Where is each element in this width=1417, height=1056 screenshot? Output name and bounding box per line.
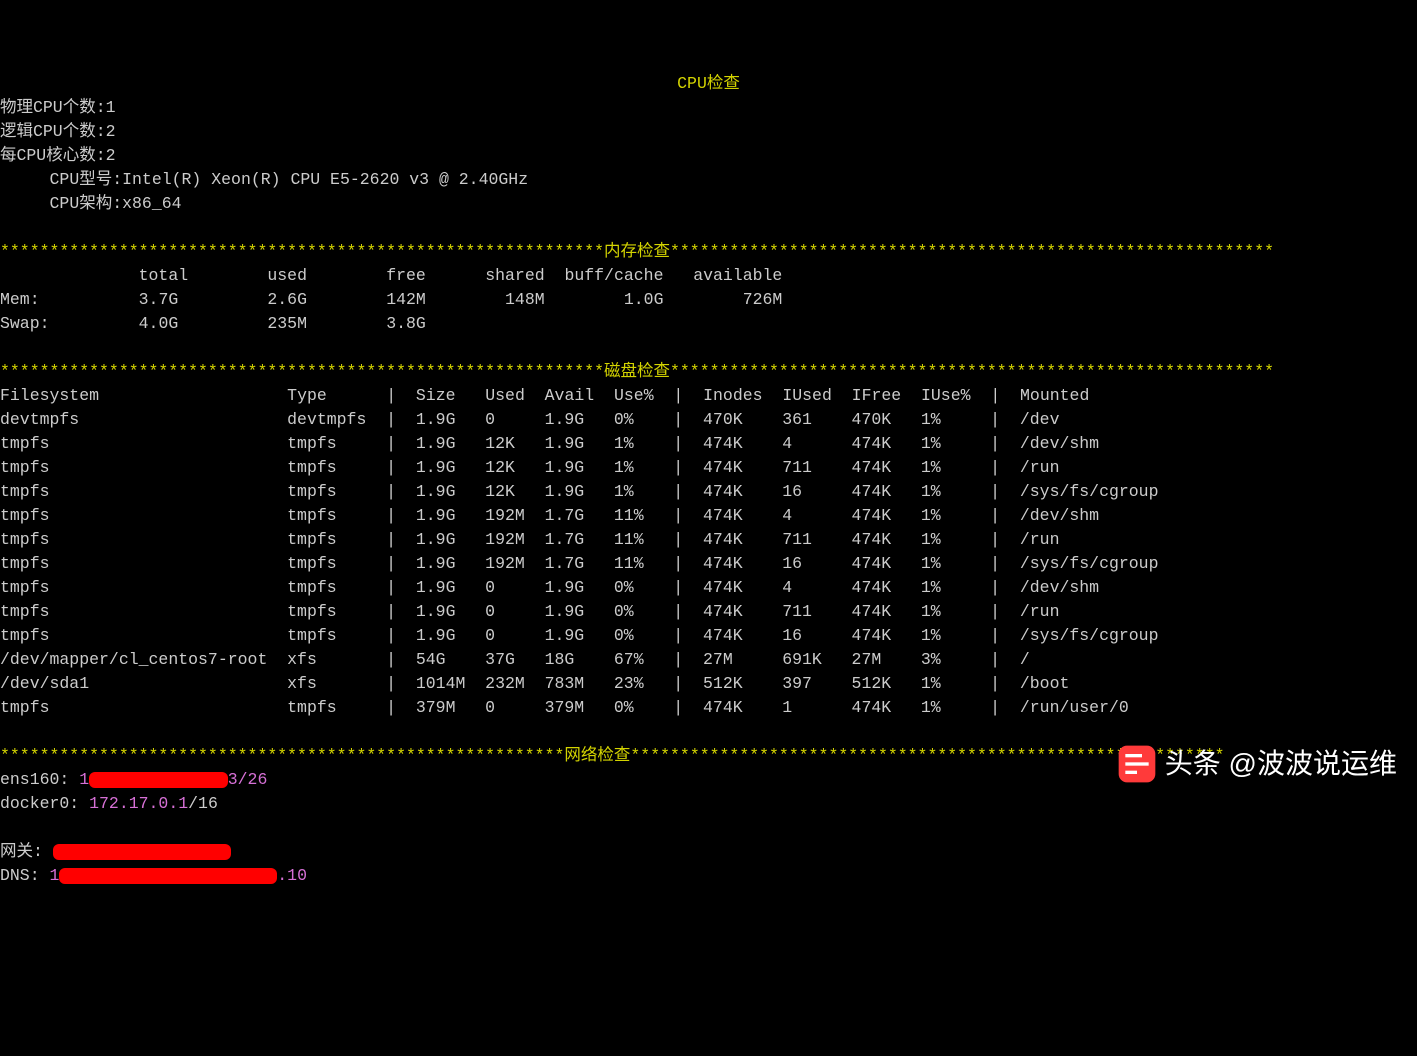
section-title-cpu: CPU检查 <box>0 72 1417 96</box>
cpu-logical-line: 逻辑CPU个数:2 <box>0 122 116 141</box>
mem-header-row: total used free shared buff/cache availa… <box>0 266 782 285</box>
swap-row: Swap: 4.0G 235M 3.8G <box>0 314 426 333</box>
net-if1-line: ens160: 1xxxxxxxxxxxxxx3/26 <box>0 770 267 789</box>
disk-header-row: Filesystem Type | Size Used Avail Use% |… <box>0 386 1089 405</box>
cpu-cores-line: 每CPU核心数:2 <box>0 146 116 165</box>
cpu-model-line: CPU型号:Intel(R) Xeon(R) CPU E5-2620 v3 @ … <box>0 170 528 189</box>
mem-row: Mem: 3.7G 2.6G 142M 148M 1.0G 726M <box>0 290 782 309</box>
section-header-network: ****************************************… <box>0 746 1225 765</box>
cpu-physical-line: 物理CPU个数:1 <box>0 98 116 117</box>
section-header-memory: ****************************************… <box>0 242 1274 261</box>
net-gateway-line: 网关: xxxxxxxxxxxxxxxxxx <box>0 842 231 861</box>
net-dns-line: DNS: 1xxxxxxxxxxxxxxxxxxxxxx.10 <box>0 866 307 885</box>
toutiao-icon <box>1117 744 1157 784</box>
cpu-arch-line: CPU架构:x86_64 <box>0 194 182 213</box>
section-header-disk: ****************************************… <box>0 362 1274 381</box>
watermark: 头条 @波波说运维 <box>1117 744 1397 784</box>
disk-table-body: devtmpfs devtmpfs | 1.9G 0 1.9G 0% | 470… <box>0 410 1159 717</box>
